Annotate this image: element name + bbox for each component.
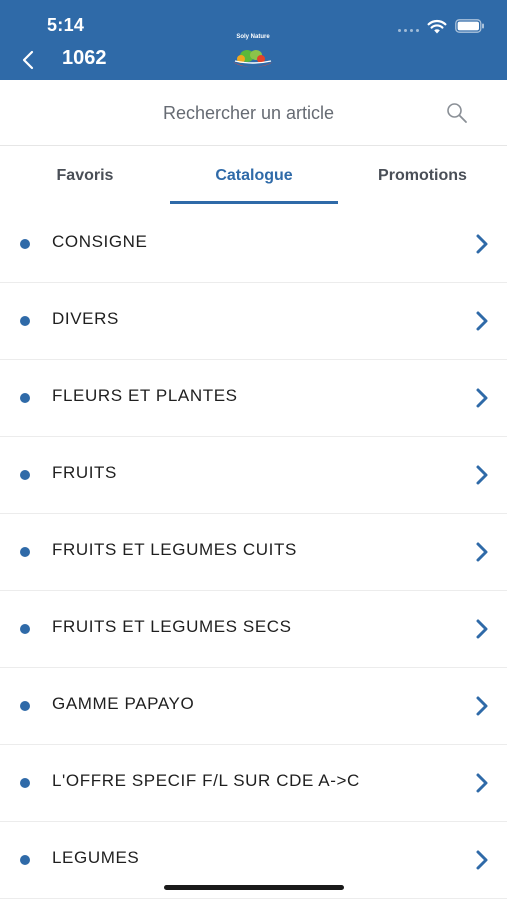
chevron-right-icon bbox=[476, 388, 488, 408]
chevron-left-icon bbox=[22, 50, 34, 70]
category-label: L'OFFRE SPECIF F/L SUR CDE A->C bbox=[52, 771, 360, 790]
page-title: 1062 bbox=[62, 47, 107, 69]
bullet-icon bbox=[20, 239, 30, 249]
category-label: FRUITS ET LEGUMES SECS bbox=[52, 617, 292, 636]
category-label: FRUITS ET LEGUMES CUITS bbox=[52, 540, 297, 559]
tab-promotions[interactable]: Promotions bbox=[338, 146, 507, 206]
bullet-icon bbox=[20, 778, 30, 788]
search-icon[interactable] bbox=[446, 102, 468, 124]
search-bar bbox=[0, 80, 507, 146]
top-bar: 5:14 1062 Soly Nature bbox=[0, 0, 507, 80]
status-indicators bbox=[398, 17, 485, 35]
logo: Soly Nature bbox=[226, 34, 280, 74]
category-label: CONSIGNE bbox=[52, 232, 148, 251]
category-row[interactable]: FRUITS bbox=[0, 437, 507, 514]
search-input[interactable] bbox=[0, 80, 507, 146]
chevron-right-icon bbox=[476, 696, 488, 716]
back-button[interactable] bbox=[14, 46, 42, 74]
chevron-right-icon bbox=[476, 311, 488, 331]
category-row[interactable]: DIVERS bbox=[0, 283, 507, 360]
status-time: 5:14 bbox=[47, 15, 85, 35]
category-label: FRUITS bbox=[52, 463, 117, 482]
bullet-icon bbox=[20, 316, 30, 326]
category-row[interactable]: FLEURS ET PLANTES bbox=[0, 360, 507, 437]
category-row[interactable]: L'OFFRE SPECIF F/L SUR CDE A->C bbox=[0, 745, 507, 822]
screen: 5:14 1062 Soly Nature Rechercher un arti… bbox=[0, 0, 507, 900]
bullet-icon bbox=[20, 624, 30, 634]
tab-favoris[interactable]: Favoris bbox=[0, 146, 170, 206]
logo-text: Soly Nature bbox=[236, 34, 270, 40]
bullet-icon bbox=[20, 393, 30, 403]
bullet-icon bbox=[20, 701, 30, 711]
wifi-icon bbox=[427, 19, 447, 33]
chevron-right-icon bbox=[476, 850, 488, 870]
category-row[interactable]: GAMME PAPAYO bbox=[0, 668, 507, 745]
category-label: DIVERS bbox=[52, 309, 119, 328]
category-label: GAMME PAPAYO bbox=[52, 694, 195, 713]
chevron-right-icon bbox=[476, 234, 488, 254]
category-label: FLEURS ET PLANTES bbox=[52, 386, 238, 405]
category-row[interactable]: FRUITS ET LEGUMES SECS bbox=[0, 591, 507, 668]
chevron-right-icon bbox=[476, 773, 488, 793]
tab-catalogue[interactable]: Catalogue bbox=[170, 146, 338, 206]
chevron-right-icon bbox=[476, 465, 488, 485]
category-label: LEGUMES bbox=[52, 848, 140, 867]
home-indicator[interactable] bbox=[164, 885, 344, 890]
category-row[interactable]: FRUITS ET LEGUMES CUITS bbox=[0, 514, 507, 591]
cellular-signal-icon bbox=[398, 20, 419, 32]
battery-icon bbox=[455, 19, 484, 33]
category-row[interactable]: CONSIGNE bbox=[0, 206, 507, 283]
active-tab-indicator bbox=[170, 201, 338, 204]
category-list: CONSIGNE DIVERS FLEURS ET PLANTES FRUITS… bbox=[0, 206, 507, 899]
produce-basket-icon bbox=[233, 50, 273, 67]
tab-bar: Favoris Catalogue Promotions bbox=[0, 146, 507, 206]
chevron-right-icon bbox=[476, 619, 488, 639]
bullet-icon bbox=[20, 470, 30, 480]
bullet-icon bbox=[20, 547, 30, 557]
chevron-right-icon bbox=[476, 542, 488, 562]
bullet-icon bbox=[20, 855, 30, 865]
